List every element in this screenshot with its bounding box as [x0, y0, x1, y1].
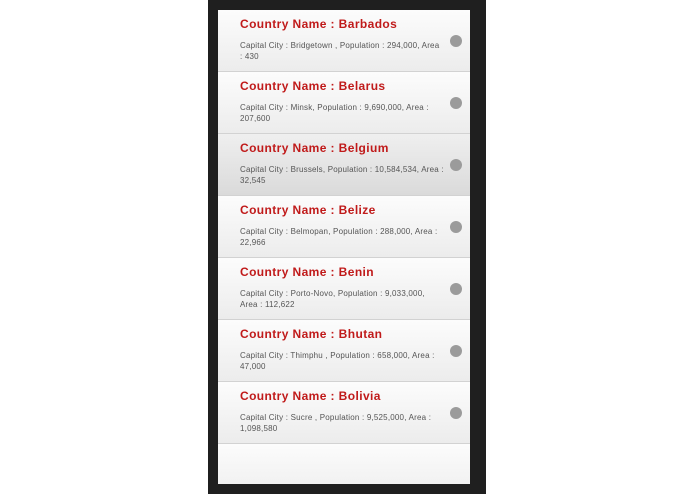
country-name: Country Name : Barbados	[240, 17, 398, 31]
country-name: Country Name : Belarus	[240, 79, 386, 93]
list-item[interactable]	[218, 444, 470, 484]
row-indicator-icon	[450, 345, 462, 357]
country-details: Capital City : Belmopan, Population : 28…	[240, 227, 438, 247]
row-indicator-icon	[450, 35, 462, 47]
country-name: Country Name : Benin	[240, 265, 375, 279]
row-indicator-icon	[450, 221, 462, 233]
country-details: Capital City : Thimphu , Population : 65…	[240, 351, 435, 371]
list-item[interactable]: Country Name : Barbados Capital City : B…	[218, 10, 470, 72]
list-item[interactable]: Country Name : Bhutan Capital City : Thi…	[218, 320, 470, 382]
country-list[interactable]: Country Name : Barbados Capital City : B…	[218, 10, 470, 484]
list-item[interactable]: Country Name : Bolivia Capital City : Su…	[218, 382, 470, 444]
screen: Country Name : Barbados Capital City : B…	[218, 10, 470, 484]
country-details: Capital City : Porto-Novo, Population : …	[240, 289, 425, 309]
country-details: Capital City : Bridgetown , Population :…	[240, 41, 440, 61]
country-details: Capital City : Sucre , Population : 9,52…	[240, 413, 432, 433]
list-item[interactable]: Country Name : Belize Capital City : Bel…	[218, 196, 470, 258]
country-name: Country Name : Bhutan	[240, 327, 383, 341]
row-indicator-icon	[450, 97, 462, 109]
phone-frame: Country Name : Barbados Capital City : B…	[208, 0, 486, 494]
country-details: Capital City : Brussels, Population : 10…	[240, 165, 444, 185]
country-name: Country Name : Belgium	[240, 141, 389, 155]
country-details: Capital City : Minsk, Population : 9,690…	[240, 103, 429, 123]
row-indicator-icon	[450, 159, 462, 171]
list-item[interactable]: Country Name : Belgium Capital City : Br…	[218, 134, 470, 196]
country-name: Country Name : Belize	[240, 203, 376, 217]
row-indicator-icon	[450, 407, 462, 419]
list-item[interactable]: Country Name : Benin Capital City : Port…	[218, 258, 470, 320]
row-indicator-icon	[450, 283, 462, 295]
country-name: Country Name : Bolivia	[240, 389, 381, 403]
list-item[interactable]: Country Name : Belarus Capital City : Mi…	[218, 72, 470, 134]
